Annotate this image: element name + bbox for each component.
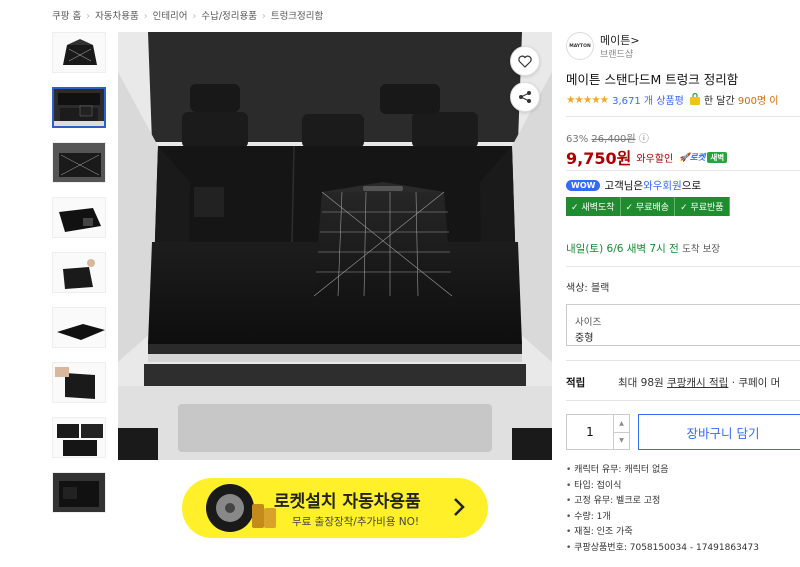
benefit-free-shipping: ✓ 무료배송 — [620, 197, 676, 216]
thumbnail-4[interactable] — [52, 197, 106, 238]
product-details-list: 캐릭터 유무: 캐릭터 없음 타입: 접이식 고정 유무: 벨크로 고정 수량:… — [566, 462, 759, 555]
wow-badge: WOW — [566, 180, 601, 191]
add-to-cart-button[interactable]: 장바구니 담기 — [638, 414, 800, 450]
quantity-arrows: ▲ ▼ — [613, 415, 629, 449]
share-icon — [519, 91, 531, 103]
breadcrumb-car[interactable]: 자동차용품 — [95, 11, 139, 22]
detail-item: 재질: 인조 가죽 — [566, 524, 759, 537]
color-option: 색상: 블랙 — [566, 283, 610, 294]
size-label: 사이즈 — [575, 317, 602, 328]
points-row: 적립 최대 98원 쿠팡캐시 적립 · 쿠페이 머 — [566, 375, 780, 390]
thumbnail-1[interactable] — [52, 32, 106, 73]
benefit-dawn-delivery: ✓ 새벽도착 — [566, 197, 621, 216]
chevron-right-icon — [454, 498, 465, 516]
coupay-text: · 쿠페이 머 — [731, 377, 781, 389]
recent-purchase-prefix: 한 달간 — [703, 96, 735, 107]
main-product-image — [118, 32, 552, 460]
thumbnail-7[interactable] — [52, 362, 106, 403]
dawn-label: 새벽 — [707, 151, 728, 163]
delivery-note: 도착 보장 — [682, 244, 721, 255]
rocket-dawn-badge: 🚀로켓 새벽 — [679, 151, 728, 163]
size-value: 중형 — [575, 333, 594, 344]
breadcrumb-separator: › — [262, 11, 266, 22]
thumbnail-9[interactable] — [52, 472, 106, 513]
rocket-label: 🚀로켓 — [679, 153, 706, 163]
divider — [566, 400, 800, 401]
brand-shop-label: 브랜드샵 — [600, 50, 634, 60]
recent-purchase-count: 900명 이 — [737, 96, 779, 107]
rocket-install-banner[interactable]: 로켓설치 자동차용품 무료 출장장착/추가비용 NO! — [182, 478, 488, 538]
thumbnail-list — [52, 32, 106, 527]
shopping-bag-icon — [689, 93, 700, 105]
review-count-link[interactable]: 3,671 개 상품평 — [612, 92, 684, 107]
thumbnail-8[interactable] — [52, 417, 106, 458]
wishlist-button[interactable] — [510, 46, 540, 76]
share-button[interactable] — [510, 82, 540, 112]
heart-icon — [518, 55, 532, 68]
detail-item: 수량: 1개 — [566, 509, 759, 522]
divider — [566, 360, 800, 361]
quantity-decrease-button[interactable]: ▼ — [614, 431, 629, 450]
quantity-increase-button[interactable]: ▲ — [614, 415, 629, 432]
benefit-free-return: ✓ 무료반품 — [675, 197, 730, 216]
breadcrumb: 쿠팡 홈 › 자동차용품 › 인테리어 › 수납/정리용품 › 트렁크정리함 — [52, 8, 323, 22]
detail-item: 타입: 접이식 — [566, 478, 759, 491]
divider — [566, 266, 800, 267]
divider — [566, 170, 800, 171]
size-select[interactable]: 사이즈 중형 — [566, 304, 800, 346]
thumbnail-3[interactable] — [52, 142, 106, 183]
wow-member-row: WOW 고객님은 와우회원 으로 — [566, 178, 701, 193]
delivery-date: 내일(토) 6/6 새벽 7시 전 — [566, 243, 679, 255]
detail-item: 캐릭터 유무: 캐릭터 없음 — [566, 462, 759, 475]
recent-purchase-text: 한 달간 900명 이 — [704, 92, 779, 107]
original-price: 26,400원 — [591, 134, 636, 145]
quantity-stepper: 1 ▲ ▼ — [566, 414, 630, 450]
breadcrumb-separator: › — [143, 11, 148, 22]
thumbnail-2[interactable] — [52, 87, 106, 128]
thumbnail-5[interactable] — [52, 252, 106, 293]
breadcrumb-separator: › — [192, 11, 197, 22]
breadcrumb-separator: › — [86, 11, 91, 22]
chevron-right-icon: > — [630, 34, 640, 47]
breadcrumb-interior[interactable]: 인테리어 — [153, 11, 188, 22]
brand-name: 메이튼 — [600, 34, 631, 47]
product-info-panel: MAYTON 메이튼> 브랜드샵 메이튼 스탠다드M 트렁크 정리함 ★★★★★… — [566, 0, 800, 567]
wow-text-before: 고객님은 — [604, 180, 644, 192]
discount-row: 63% 26,400원 ⓘ — [566, 130, 649, 145]
quantity-input[interactable]: 1 — [567, 415, 613, 449]
info-icon[interactable]: ⓘ — [639, 134, 649, 145]
banner-title: 로켓설치 자동차용품 — [274, 492, 421, 512]
points-label: 적립 — [566, 377, 586, 389]
breadcrumb-storage[interactable]: 수납/정리용품 — [201, 11, 257, 22]
points-amount: 최대 98원 — [618, 377, 664, 389]
price-row: 9,750원 와우할인 🚀로켓 새벽 — [566, 145, 728, 169]
brand-name-link[interactable]: 메이튼> — [600, 32, 640, 48]
detail-item: 쿠팡상품번호: 7058150034 - 17491863473 — [566, 540, 759, 553]
benefit-badges: ✓ 새벽도착 ✓ 무료배송 ✓ 무료반품 — [566, 197, 730, 216]
product-title: 메이튼 스탠다드M 트렁크 정리함 — [566, 72, 739, 87]
wow-text-after: 으로 — [681, 180, 702, 192]
banner-subtitle: 무료 출장장착/추가비용 NO! — [292, 516, 420, 528]
breadcrumb-trunk-organizer[interactable]: 트렁크정리함 — [271, 11, 323, 22]
breadcrumb-home[interactable]: 쿠팡 홈 — [52, 11, 81, 22]
divider — [566, 116, 800, 117]
detail-item: 고정 유무: 벨크로 고정 — [566, 493, 759, 506]
coupang-cash-link[interactable]: 쿠팡캐시 적립 — [667, 375, 728, 390]
sale-price: 9,750원 — [566, 149, 632, 168]
discount-rate: 63% — [566, 134, 589, 145]
wow-member-link[interactable]: 와우회원 — [643, 178, 682, 193]
delivery-guarantee: 내일(토) 6/6 새벽 7시 전 도착 보장 — [566, 241, 720, 256]
wow-discount-label: 와우할인 — [636, 153, 674, 165]
thumbnail-6[interactable] — [52, 307, 106, 348]
rating-row: ★★★★★ 3,671 개 상품평 한 달간 900명 이 — [566, 92, 779, 107]
tire-icon — [206, 484, 276, 532]
brand-logo[interactable]: MAYTON — [566, 32, 594, 60]
star-rating: ★★★★★ — [566, 93, 609, 106]
